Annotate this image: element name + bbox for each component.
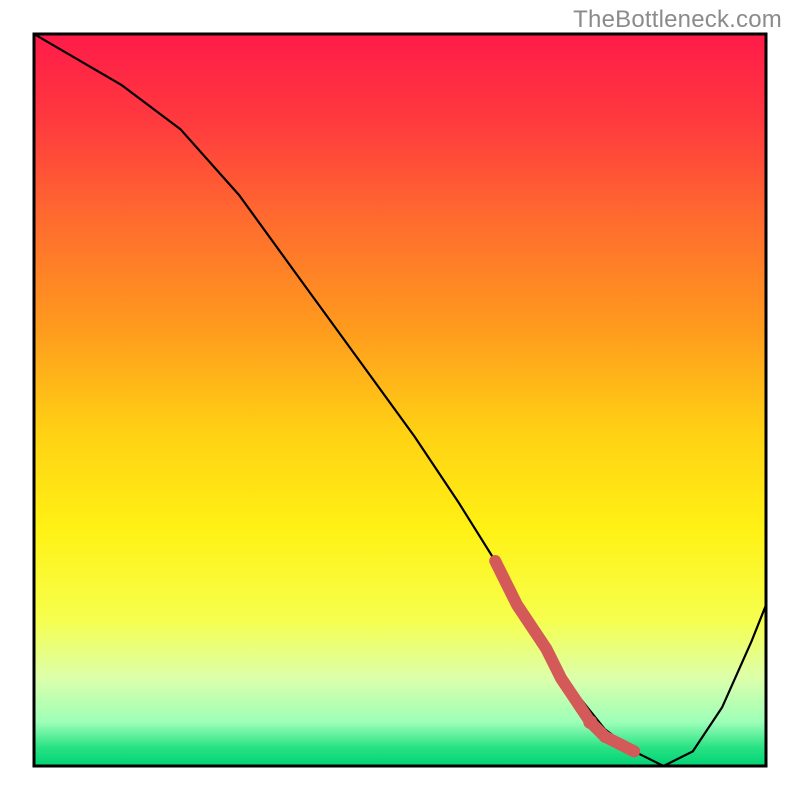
- chart-frame: TheBottleneck.com: [0, 0, 800, 800]
- axes-rect: [34, 34, 766, 766]
- axes-border: [0, 0, 800, 800]
- watermark-text: TheBottleneck.com: [573, 6, 782, 34]
